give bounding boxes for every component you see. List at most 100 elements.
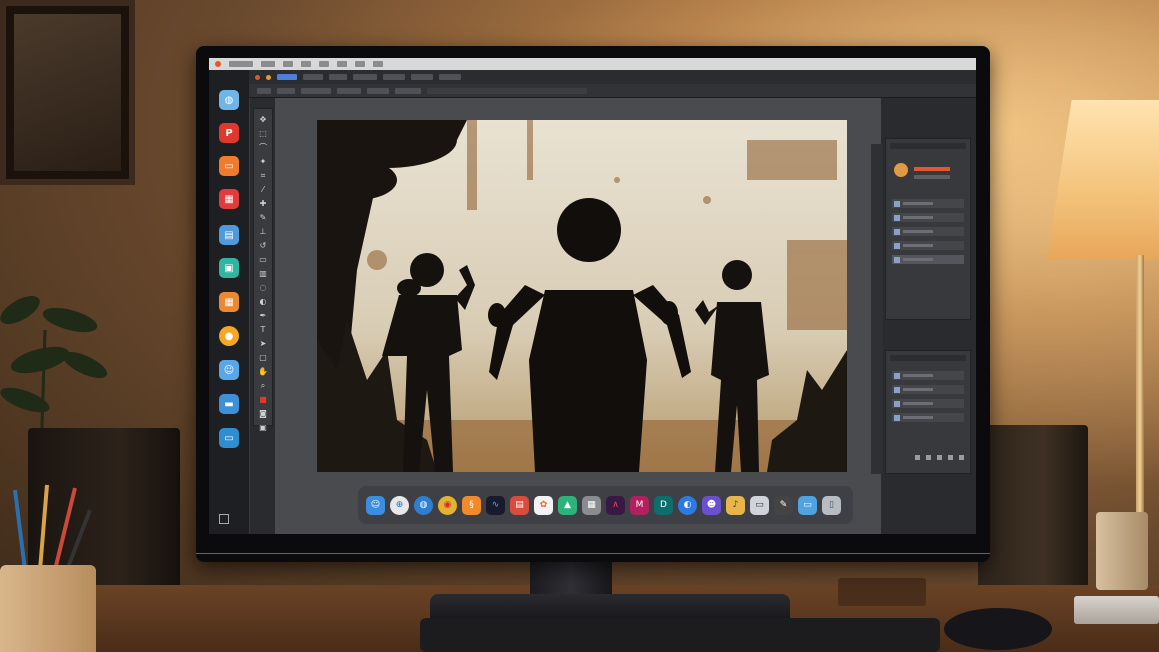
blur-tool-icon[interactable]: ◌ (257, 283, 269, 293)
dock-app[interactable]: P (217, 123, 241, 144)
app-magenta-icon[interactable]: M (630, 495, 649, 515)
toolbar-button[interactable] (383, 74, 405, 80)
safari-icon[interactable]: ⊕ (390, 495, 409, 515)
menu-item[interactable] (261, 61, 275, 67)
dock-app[interactable]: ▦ (217, 292, 241, 313)
brush-tool-icon[interactable]: ✎ (257, 213, 269, 223)
chrome-icon[interactable]: ◉ (438, 495, 457, 515)
menu-item[interactable] (319, 61, 329, 67)
trash-icon[interactable] (219, 514, 229, 524)
shape-tool-icon[interactable]: ▢ (257, 353, 269, 363)
menu-item[interactable] (355, 61, 365, 67)
path-select-tool-icon[interactable]: ➤ (257, 339, 269, 349)
zoom-tool-icon[interactable]: ⌕ (257, 381, 269, 391)
color-slider[interactable] (914, 175, 950, 179)
lasso-tool-icon[interactable]: ⌒ (257, 143, 269, 153)
screen-mode-icon[interactable]: ▣ (257, 423, 269, 433)
fx-icon[interactable] (926, 455, 931, 460)
layer-row[interactable] (892, 385, 964, 394)
dock-app[interactable]: ● (217, 326, 241, 347)
app-teal-icon[interactable]: D (654, 495, 673, 515)
artwork-canvas[interactable] (317, 120, 847, 472)
dock-app[interactable]: ▬ (217, 394, 241, 415)
menu-item[interactable] (301, 61, 311, 67)
color-swatch[interactable] (894, 163, 908, 177)
marquee-tool-icon[interactable]: ⬚ (257, 129, 269, 139)
dodge-tool-icon[interactable]: ◐ (257, 297, 269, 307)
home-button[interactable] (277, 74, 297, 80)
menu-item[interactable] (373, 61, 383, 67)
pen-icon[interactable]: ✎ (774, 495, 793, 515)
option-control[interactable] (277, 87, 295, 94)
dock-app[interactable]: ☺ (217, 360, 241, 381)
mask-icon[interactable] (937, 455, 942, 460)
hand-tool-icon[interactable]: ✋ (257, 367, 269, 377)
finder-icon[interactable]: ☺ (366, 495, 385, 515)
app-orange-icon[interactable]: § (462, 495, 481, 515)
list-item[interactable] (892, 255, 964, 264)
history-brush-tool-icon[interactable]: ↺ (257, 241, 269, 251)
pen-tool-icon[interactable]: ✒ (257, 311, 269, 321)
eraser-tool-icon[interactable]: ▭ (257, 255, 269, 265)
list-item[interactable] (892, 213, 964, 222)
menu-item[interactable] (229, 61, 253, 67)
move-tool-icon[interactable]: ✥ (257, 115, 269, 125)
dock-app[interactable]: ▤ (217, 225, 241, 246)
bottom-dock: ☺ ⊕ ◍ ◉ § ∿ ▤ ✿ ▲ ▦ ∧ M D ◐ ☻ ♪ ▭ ✎ ▭ ▯ (358, 486, 853, 524)
app-yellow-icon[interactable]: ♪ (726, 495, 745, 515)
folder-icon[interactable]: ▭ (798, 495, 817, 515)
dock-app[interactable]: ◍ (217, 90, 241, 111)
dock-app[interactable]: ▦ (217, 189, 241, 210)
preview-icon[interactable]: ▭ (750, 495, 769, 515)
crop-tool-icon[interactable]: ⌗ (257, 171, 269, 181)
app-red-icon[interactable]: ▤ (510, 495, 529, 515)
option-control[interactable] (367, 87, 389, 94)
minimize-icon[interactable] (266, 74, 271, 80)
toolbar-button[interactable] (303, 74, 323, 80)
stamp-tool-icon[interactable]: ⊥ (257, 227, 269, 237)
app-green-icon[interactable]: ▲ (558, 495, 577, 515)
foreground-color-icon[interactable]: ■ (257, 395, 269, 405)
toolbar-button[interactable] (439, 74, 461, 80)
toolbar-button[interactable] (353, 74, 377, 80)
toolbar-button[interactable] (329, 74, 347, 80)
gradient-tool-icon[interactable]: ▥ (257, 269, 269, 279)
new-layer-icon[interactable] (948, 455, 953, 460)
photos-icon[interactable]: ✿ (534, 495, 553, 515)
dock-app[interactable]: ▣ (217, 258, 241, 279)
close-icon[interactable] (255, 74, 260, 80)
option-control[interactable] (301, 87, 331, 94)
magic-wand-tool-icon[interactable]: ✦ (257, 157, 269, 167)
dock-app[interactable]: ▭ (217, 156, 241, 177)
type-tool-icon[interactable]: T (257, 325, 269, 335)
apple-menu-icon[interactable] (215, 61, 221, 67)
app-blue-icon[interactable]: ◐ (678, 495, 697, 515)
trash-icon[interactable] (959, 455, 964, 460)
layer-row[interactable] (892, 399, 964, 408)
mouse (944, 608, 1052, 650)
color-slider[interactable] (914, 167, 950, 171)
option-control[interactable] (257, 87, 271, 94)
quick-mask-icon[interactable]: ◙ (257, 409, 269, 419)
waveform-icon[interactable]: ∿ (486, 495, 505, 515)
menu-item[interactable] (283, 61, 293, 67)
globe-icon[interactable]: ◍ (414, 495, 433, 515)
app-violet-icon[interactable]: ☻ (702, 495, 721, 515)
layer-row[interactable] (892, 413, 964, 422)
layer-row[interactable] (892, 371, 964, 380)
app-purple-icon[interactable]: ∧ (606, 495, 625, 515)
option-control[interactable] (337, 87, 361, 94)
toolbar-button[interactable] (411, 74, 433, 80)
option-control[interactable] (395, 87, 421, 94)
trash-icon[interactable]: ▯ (822, 495, 841, 515)
document-tab[interactable] (427, 87, 587, 94)
list-item[interactable] (892, 199, 964, 208)
menu-item[interactable] (337, 61, 347, 67)
app-gray-icon[interactable]: ▦ (582, 495, 601, 515)
list-item[interactable] (892, 227, 964, 236)
list-item[interactable] (892, 241, 964, 250)
dock-app[interactable]: ▭ (217, 428, 241, 449)
eyedropper-tool-icon[interactable]: ⁄ (257, 185, 269, 195)
link-icon[interactable] (915, 455, 920, 460)
healing-tool-icon[interactable]: ✚ (257, 199, 269, 209)
